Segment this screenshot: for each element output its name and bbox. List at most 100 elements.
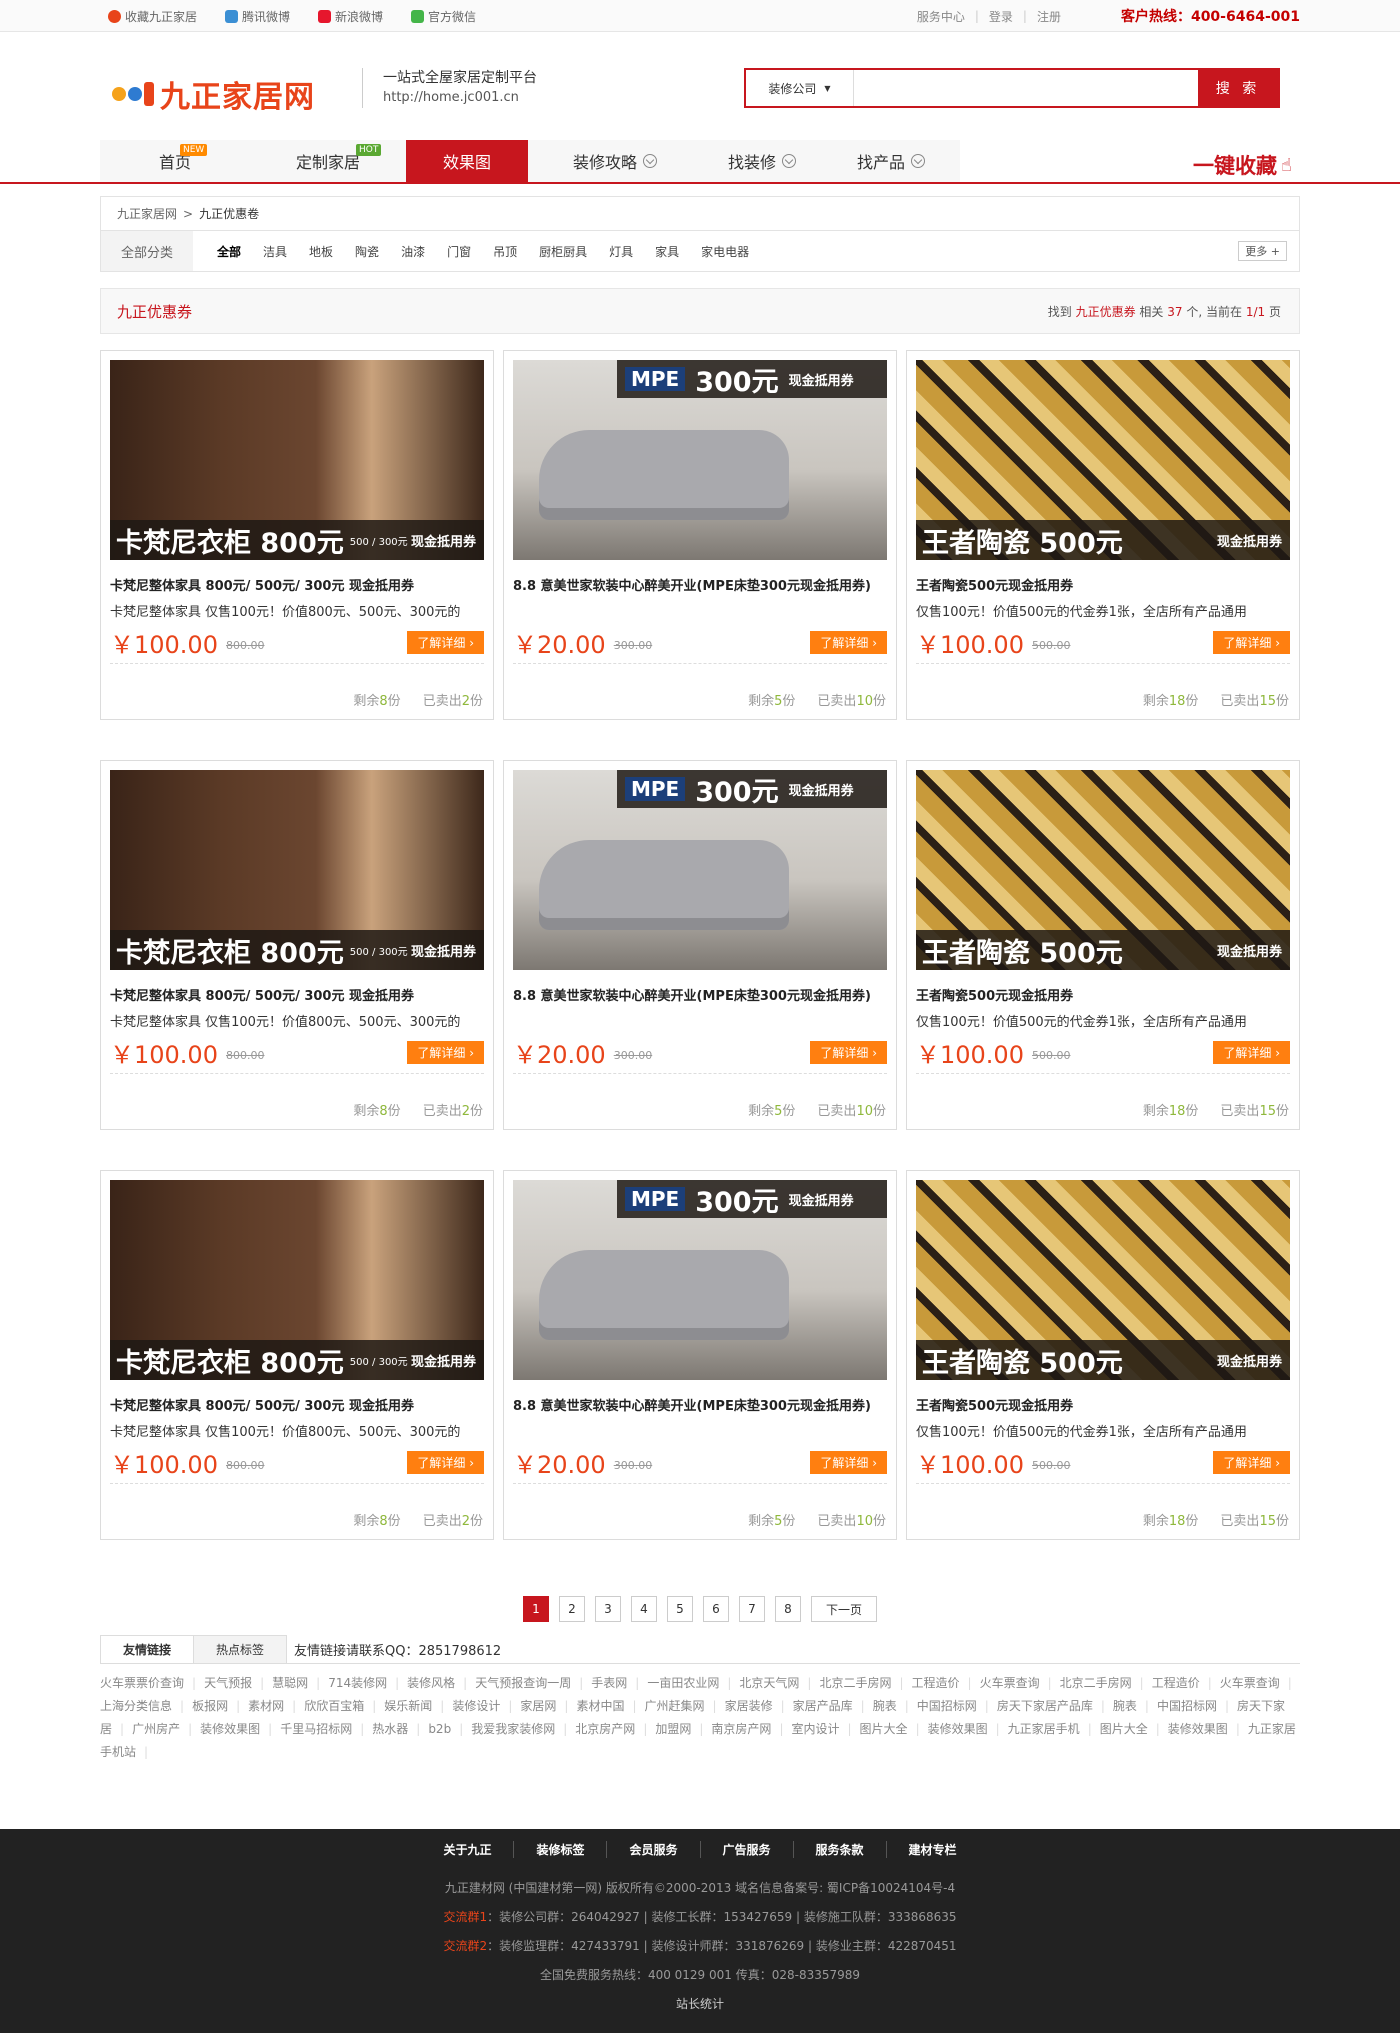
friend-link[interactable]: 慧聪网 [272, 1676, 320, 1690]
next-page-button[interactable]: 下一页 [810, 1596, 877, 1622]
bookmark-button[interactable]: 一键收藏 ☝ [1193, 150, 1292, 180]
friend-link[interactable]: 加盟网 [655, 1722, 703, 1736]
filter-option[interactable]: 洁具 [263, 243, 287, 260]
friend-link[interactable]: 家居产品库 [793, 1699, 865, 1713]
filter-option[interactable]: 陶瓷 [355, 243, 379, 260]
friend-link[interactable]: 火车票票价查询 [100, 1676, 196, 1690]
coupon-image[interactable]: 王者陶瓷 500元 现金抵用券 [916, 770, 1290, 970]
wechat-link[interactable]: 官方微信 [411, 8, 476, 25]
tab-friend-links[interactable]: 友情链接 [100, 1635, 194, 1663]
footer-nav-link[interactable]: 广告服务 [701, 1841, 794, 1858]
friend-link[interactable]: 欣欣百宝箱 [304, 1699, 376, 1713]
coupon-card[interactable]: 卡梵尼衣柜 800元 500 / 300元 现金抵用券 卡梵尼整体家具 800元/ 5… [100, 760, 494, 1130]
friend-link[interactable]: 手表网 [591, 1676, 639, 1690]
page-button[interactable]: 4 [630, 1596, 657, 1622]
friend-link[interactable]: 装修效果图 [1168, 1722, 1240, 1736]
coupon-card[interactable]: MPE 300元 现金抵用券 8.8 意美世家软装中心醉美开业(MPE床垫300元现金… [503, 350, 897, 720]
friend-link[interactable]: 板报网 [192, 1699, 240, 1713]
coupon-image[interactable]: 王者陶瓷 500元 现金抵用券 [916, 1180, 1290, 1380]
coupon-image[interactable]: MPE 300元 现金抵用券 [513, 1180, 887, 1380]
coupon-image[interactable]: 卡梵尼衣柜 800元 500 / 300元 现金抵用券 [110, 360, 484, 560]
coupon-title[interactable]: 8.8 意美世家软装中心醉美开业(MPE床垫300元现金抵用券) [513, 1394, 887, 1446]
filter-option[interactable]: 家具 [655, 243, 679, 260]
coupon-title[interactable]: 卡梵尼整体家具 800元/ 500元/ 300元 现金抵用券 [110, 1394, 484, 1420]
friend-link[interactable]: 工程造价 [912, 1676, 972, 1690]
page-button[interactable]: 7 [738, 1596, 765, 1622]
coupon-image[interactable]: 卡梵尼衣柜 800元 500 / 300元 现金抵用券 [110, 770, 484, 970]
friend-link[interactable]: 中国招标网 [917, 1699, 989, 1713]
friend-link[interactable]: 天气预报查询一周 [475, 1676, 583, 1690]
more-button[interactable]: 更多 + [1238, 241, 1287, 261]
details-button[interactable]: 了解详细 › [1213, 1041, 1290, 1064]
details-button[interactable]: 了解详细 › [810, 1041, 887, 1064]
details-button[interactable]: 了解详细 › [810, 1451, 887, 1474]
friend-link[interactable]: 装修效果图 [200, 1722, 272, 1736]
coupon-image[interactable]: MPE 300元 现金抵用券 [513, 360, 887, 560]
friend-link[interactable]: 房天下家居产品库 [997, 1699, 1105, 1713]
nav-find-product[interactable]: 找产品 [822, 140, 960, 182]
breadcrumb-home[interactable]: 九正家居网 [117, 205, 177, 222]
friend-link[interactable]: 装修设计 [452, 1699, 512, 1713]
coupon-image[interactable]: 卡梵尼衣柜 800元 500 / 300元 现金抵用券 [110, 1180, 484, 1380]
coupon-title[interactable]: 王者陶瓷500元现金抵用券 [916, 574, 1290, 600]
nav-renderings[interactable]: 效果图 [406, 140, 528, 182]
details-button[interactable]: 了解详细 › [407, 1041, 484, 1064]
page-button[interactable]: 1 [522, 1596, 549, 1622]
friend-link[interactable]: 家居装修 [725, 1699, 785, 1713]
friend-link[interactable]: 714装修网 [328, 1676, 399, 1690]
details-button[interactable]: 了解详细 › [407, 631, 484, 654]
nav-guide[interactable]: 装修攻略 [528, 140, 702, 182]
details-button[interactable]: 了解详细 › [1213, 631, 1290, 654]
nav-custom-home[interactable]: 定制家居 HOT [250, 140, 406, 182]
friend-link[interactable]: 室内设计 [791, 1722, 851, 1736]
friend-link[interactable]: 北京天气网 [739, 1676, 811, 1690]
coupon-card[interactable]: 王者陶瓷 500元 现金抵用券 王者陶瓷500元现金抵用券 仅售100元！价值500元… [906, 350, 1300, 720]
search-input[interactable] [854, 70, 1198, 106]
filter-option[interactable]: 吊顶 [493, 243, 517, 260]
sina-weibo-link[interactable]: 新浪微博 [318, 8, 383, 25]
site-logo[interactable]: 九正家居网 [112, 72, 315, 116]
coupon-card[interactable]: MPE 300元 现金抵用券 8.8 意美世家软装中心醉美开业(MPE床垫300元现金… [503, 760, 897, 1130]
coupon-image[interactable]: MPE 300元 现金抵用券 [513, 770, 887, 970]
footer-nav-link[interactable]: 服务条款 [794, 1841, 887, 1858]
friend-link[interactable]: 工程造价 [1152, 1676, 1212, 1690]
friend-link[interactable]: 火车票查询 [1220, 1676, 1292, 1690]
register-link[interactable]: 注册 [1037, 8, 1061, 25]
friend-link[interactable]: 装修效果图 [928, 1722, 1000, 1736]
friend-link[interactable]: 家居网 [520, 1699, 568, 1713]
page-button[interactable]: 8 [774, 1596, 801, 1622]
details-button[interactable]: 了解详细 › [1213, 1451, 1290, 1474]
coupon-title[interactable]: 卡梵尼整体家具 800元/ 500元/ 300元 现金抵用券 [110, 574, 484, 600]
tencent-weibo-link[interactable]: 腾讯微博 [225, 8, 290, 25]
coupon-card[interactable]: 王者陶瓷 500元 现金抵用券 王者陶瓷500元现金抵用券 仅售100元！价值500元… [906, 1170, 1300, 1540]
details-button[interactable]: 了解详细 › [810, 631, 887, 654]
friend-link[interactable]: 热水器 [372, 1722, 420, 1736]
nav-find-renovation[interactable]: 找装修 [702, 140, 822, 182]
nav-home[interactable]: 首页 NEW [100, 140, 250, 182]
service-center-link[interactable]: 服务中心 [917, 8, 965, 25]
footer-nav-link[interactable]: 关于九正 [421, 1841, 515, 1858]
friend-link[interactable]: 九正家居手机 [1008, 1722, 1092, 1736]
coupon-title[interactable]: 8.8 意美世家软装中心醉美开业(MPE床垫300元现金抵用券) [513, 984, 887, 1036]
friend-link[interactable]: 千里马招标网 [280, 1722, 364, 1736]
page-button[interactable]: 2 [558, 1596, 585, 1622]
friend-link[interactable]: 广州房产 [132, 1722, 192, 1736]
friend-link[interactable]: 广州赶集网 [645, 1699, 717, 1713]
coupon-title[interactable]: 8.8 意美世家软装中心醉美开业(MPE床垫300元现金抵用券) [513, 574, 887, 626]
details-button[interactable]: 了解详细 › [407, 1451, 484, 1474]
footer-nav-link[interactable]: 装修标签 [514, 1841, 608, 1858]
footer-nav-link[interactable]: 会员服务 [607, 1841, 701, 1858]
friend-link[interactable]: b2b [428, 1722, 463, 1736]
search-category-select[interactable]: 装修公司 ▼ [746, 70, 854, 106]
filter-option-all[interactable]: 全部 [217, 243, 241, 260]
friend-link[interactable]: 火车票查询 [980, 1676, 1052, 1690]
filter-option[interactable]: 厨柜厨具 [539, 243, 587, 260]
filter-option[interactable]: 灯具 [609, 243, 633, 260]
filter-option[interactable]: 地板 [309, 243, 333, 260]
friend-link[interactable]: 我爱我家装修网 [471, 1722, 567, 1736]
friend-link[interactable]: 素材网 [248, 1699, 296, 1713]
friend-link[interactable]: 素材中国 [576, 1699, 636, 1713]
search-button[interactable]: 搜 索 [1198, 70, 1278, 106]
friend-link[interactable]: 天气预报 [204, 1676, 264, 1690]
coupon-card[interactable]: 卡梵尼衣柜 800元 500 / 300元 现金抵用券卡梵尼整体家具 800元/ 5… [100, 1170, 494, 1540]
